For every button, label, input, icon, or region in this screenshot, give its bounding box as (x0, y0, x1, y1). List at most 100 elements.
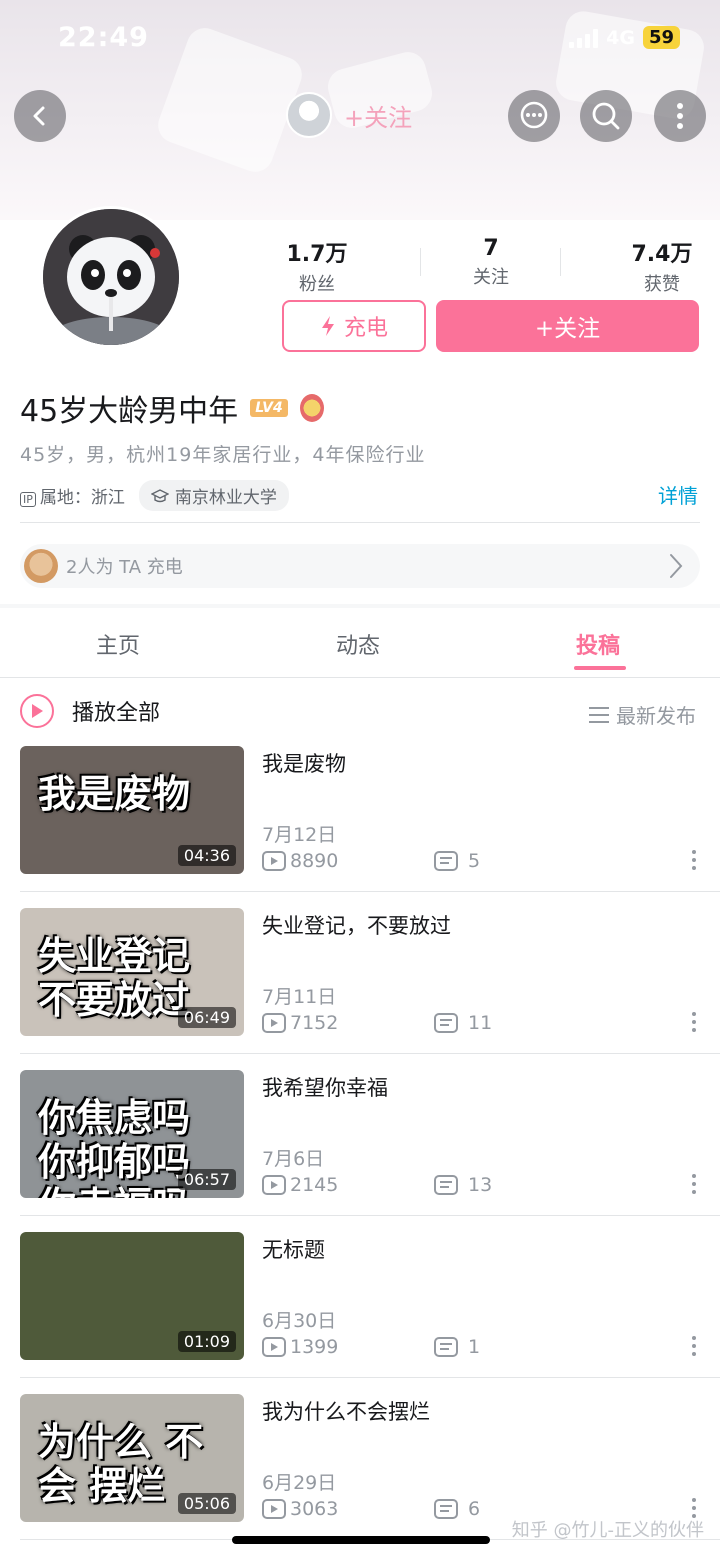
more-vertical-icon[interactable] (692, 1012, 696, 1032)
play-count: 8890 (262, 850, 434, 872)
video-thumbnail[interactable]: 01:09 (20, 1232, 244, 1360)
profile-avatar[interactable] (40, 206, 182, 348)
video-meta: 8890 5 (262, 850, 480, 872)
followers-label: 粉丝 (299, 274, 335, 295)
more-vertical-icon[interactable] (692, 1174, 696, 1194)
ip-icon: IP (20, 492, 36, 507)
charge-button-label: 充电 (343, 316, 388, 341)
play-all-button[interactable]: 播放全部 (20, 694, 160, 728)
header-follow-button[interactable]: +关注 (344, 98, 412, 133)
tab-home[interactable]: 主页 (96, 628, 140, 660)
medal-icon[interactable] (299, 394, 324, 422)
following-label: 关注 (473, 267, 509, 288)
play-count-icon (262, 851, 286, 871)
list-icon (589, 706, 609, 723)
username-row: 45岁大龄男中年 LV4 (20, 386, 324, 430)
sort-label: 最新发布 (616, 704, 696, 728)
charge-button[interactable]: 充电 (282, 300, 426, 352)
chevron-left-icon (33, 106, 45, 126)
play-all-label: 播放全部 (72, 701, 161, 726)
status-time: 22:49 (58, 22, 149, 53)
battery-level: 59 (642, 26, 680, 49)
video-date: 6月29日 (262, 1472, 337, 1494)
more-vertical-icon[interactable] (692, 850, 696, 870)
comment-count-value: 13 (468, 1174, 493, 1196)
school-name: 南京林业大学 (174, 488, 277, 508)
row-divider (20, 1053, 720, 1054)
video-thumbnail[interactable]: 我是废物 04:36 (20, 746, 244, 874)
ip-location: IP 属地：浙江 (20, 483, 125, 508)
video-meta: 1399 1 (262, 1336, 480, 1358)
ip-school-row: IP 属地：浙江 南京林业大学 (20, 480, 289, 511)
back-button[interactable] (14, 90, 66, 142)
more-vertical-icon[interactable] (692, 1498, 696, 1518)
followers-count: 1.7万 (286, 242, 348, 267)
follow-button[interactable]: +关注 (436, 300, 699, 352)
play-count-value: 7152 (290, 1012, 339, 1034)
video-meta: 3063 6 (262, 1498, 480, 1520)
video-title[interactable]: 我希望你幸福 (262, 1072, 388, 1102)
comment-count: 11 (434, 1012, 492, 1034)
panda-avatar-image (43, 209, 179, 345)
video-date: 7月11日 (262, 986, 337, 1008)
level-badge: LV4 (250, 399, 288, 417)
row-divider (20, 1377, 720, 1378)
watermark: 知乎 @竹儿-正义的伙伴 (511, 1520, 704, 1541)
video-thumbnail[interactable]: 你焦虑吗 你抑郁吗 你幸福吗06:57 (20, 1070, 244, 1198)
video-title[interactable]: 无标题 (262, 1234, 325, 1264)
stat-divider (560, 248, 561, 276)
tab-uploads[interactable]: 投稿 (576, 628, 620, 660)
sort-button[interactable]: 最新发布 (588, 700, 696, 729)
video-title[interactable]: 失业登记，不要放过 (262, 910, 451, 940)
tab-dynamics[interactable]: 动态 (336, 628, 380, 660)
video-meta: 7152 11 (262, 1012, 492, 1034)
stat-following[interactable]: 7 关注 (446, 236, 536, 289)
more-options-button[interactable] (654, 90, 706, 142)
video-date: 7月6日 (262, 1148, 325, 1170)
header-avatar[interactable] (286, 92, 332, 138)
comment-count: 6 (434, 1498, 480, 1520)
stat-likes[interactable]: 7.4万 获赞 (614, 236, 710, 296)
comment-count: 13 (434, 1174, 492, 1196)
more-vertical-icon[interactable] (692, 1336, 696, 1356)
banner-decoration (153, 23, 307, 177)
video-item[interactable]: 失业登记 不要放过 06:49 失业登记，不要放过 7月11日 7152 11 (0, 908, 720, 1070)
network-type: 4G (606, 26, 635, 49)
video-title[interactable]: 我为什么不会摆烂 (262, 1396, 430, 1426)
video-date: 6月30日 (262, 1310, 337, 1332)
comment-count: 5 (434, 850, 480, 872)
video-duration: 05:06 (177, 1493, 236, 1514)
detail-link[interactable]: 详情 (658, 480, 698, 509)
video-thumbnail[interactable]: 失业登记 不要放过 06:49 (20, 908, 244, 1036)
comment-count-value: 5 (468, 850, 481, 872)
video-title[interactable]: 我是废物 (262, 748, 346, 778)
stat-divider (420, 248, 421, 276)
divider (20, 522, 700, 523)
charge-supporters-row[interactable]: 2人为 TA 充电 (20, 544, 700, 588)
home-indicator (232, 1536, 490, 1544)
signal-icon (569, 28, 599, 48)
play-count-icon (262, 1175, 286, 1195)
play-count-value: 1399 (290, 1336, 339, 1358)
likes-label: 获赞 (644, 274, 680, 295)
play-count: 7152 (262, 1012, 434, 1034)
school-tag[interactable]: 南京林业大学 (138, 480, 289, 511)
message-button[interactable] (508, 90, 560, 142)
video-duration: 01:09 (177, 1331, 236, 1352)
comment-icon (434, 1337, 458, 1357)
charge-summary: 2人为 TA 充电 (66, 557, 183, 578)
chevron-right-icon (670, 554, 683, 578)
stat-followers[interactable]: 1.7万 粉丝 (272, 236, 362, 296)
search-button[interactable] (580, 90, 632, 142)
likes-count: 7.4万 (631, 242, 693, 267)
row-divider (20, 1215, 720, 1216)
video-item[interactable]: 01:09 无标题 6月30日 1399 1 (0, 1232, 720, 1394)
play-count: 2145 (262, 1174, 434, 1196)
comment-count-value: 6 (468, 1498, 481, 1520)
video-thumbnail[interactable]: 为什么 不会 摆烂 05:06 (20, 1394, 244, 1522)
play-count: 1399 (262, 1336, 434, 1358)
video-item[interactable]: 你焦虑吗 你抑郁吗 你幸福吗06:57 我希望你幸福 7月6日 2145 13 (0, 1070, 720, 1232)
video-item[interactable]: 我是废物 04:36 我是废物 7月12日 8890 5 (0, 746, 720, 908)
comment-icon (434, 1499, 458, 1519)
username: 45岁大龄男中年 (20, 394, 239, 429)
